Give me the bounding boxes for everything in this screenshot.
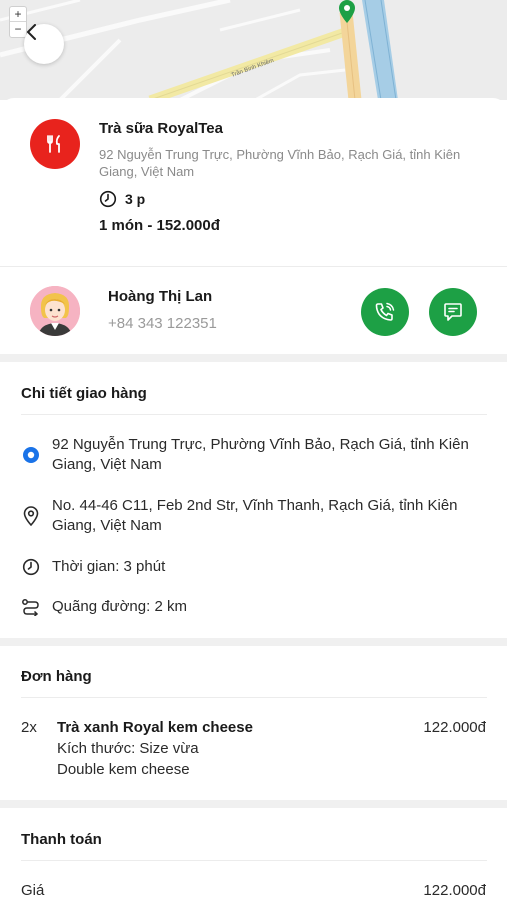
store-name: Trà sữa RoyalTea: [99, 120, 223, 137]
delivery-distance: Quãng đường: 2 km: [52, 598, 187, 615]
driver-phone: +84 343 122351: [108, 315, 217, 332]
order-item: 2x Trà xanh Royal kem cheese Kích thước:…: [0, 719, 507, 781]
route-icon: [21, 597, 41, 617]
payment-label: Giá: [21, 882, 45, 899]
store-address: 92 Nguyễn Trung Trực, Phường Vĩnh Bảo, R…: [99, 147, 461, 179]
section-divider: [0, 638, 507, 646]
chat-icon: [444, 303, 462, 321]
divider: [21, 414, 487, 415]
map-canvas: Trần Bình Khiêm: [0, 0, 507, 100]
call-button[interactable]: [361, 288, 409, 336]
clock-icon: [21, 557, 41, 577]
pickup-address: 92 Nguyễn Trung Trực, Phường Vĩnh Bảo, R…: [52, 436, 469, 473]
pickup-dot-icon: [21, 445, 41, 465]
order-detail-sheet: Trà sữa RoyalTea 92 Nguyễn Trung Trực, P…: [0, 98, 507, 900]
store-logo: [30, 119, 80, 169]
map-view[interactable]: Trần Bình Khiêm + −: [0, 0, 507, 100]
store-eta: 3 p: [99, 190, 145, 208]
order-item-option: Double kem cheese: [57, 761, 190, 778]
back-button[interactable]: [24, 24, 64, 64]
order-item-name: Trà xanh Royal kem cheese: [57, 719, 253, 736]
avatar: [30, 286, 80, 336]
driver-card: Hoàng Thị Lan +84 343 122351: [0, 266, 507, 354]
chat-button[interactable]: [429, 288, 477, 336]
order-item-option: Kích thước: Size vừa: [57, 740, 199, 757]
order-summary: 1 món - 152.000đ: [99, 217, 220, 234]
clock-icon: [99, 190, 117, 208]
payment-section-title: Thanh toán: [21, 831, 102, 848]
delivery-section-title: Chi tiết giao hàng: [21, 385, 147, 402]
dropoff-address: No. 44-46 C11, Feb 2nd Str, Vĩnh Thanh, …: [52, 497, 458, 534]
driver-name: Hoàng Thị Lan: [108, 288, 213, 305]
phone-call-icon: [375, 302, 395, 321]
store-card: Trà sữa RoyalTea 92 Nguyễn Trung Trực, P…: [0, 98, 507, 264]
chevron-left-icon: [27, 24, 36, 40]
order-section-title: Đơn hàng: [21, 668, 92, 685]
fork-knife-icon: [47, 135, 60, 153]
divider: [21, 697, 487, 698]
section-divider: [0, 354, 507, 362]
destination-pin-icon: [339, 0, 355, 23]
divider: [21, 860, 487, 861]
zoom-in-button[interactable]: +: [10, 7, 26, 22]
payment-row: Giá 122.000đ: [0, 882, 507, 900]
order-item-price: 122.000đ: [423, 719, 486, 736]
section-divider: [0, 800, 507, 808]
location-pin-icon: [21, 506, 41, 526]
store-eta-value: 3 p: [125, 191, 146, 207]
delivery-time: Thời gian: 3 phút: [52, 558, 166, 575]
order-item-qty: 2x: [21, 719, 37, 736]
payment-value: 122.000đ: [423, 882, 486, 899]
